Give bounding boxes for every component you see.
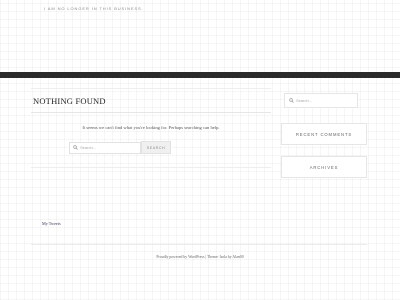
search-icon (73, 145, 78, 150)
widget-archives: ARCHIVES (281, 156, 367, 178)
content-search-form: Search... SEARCH (69, 141, 171, 154)
widget-recent-comments: RECENT COMMENTS (281, 123, 367, 145)
widget-title: ARCHIVES (309, 164, 339, 170)
search-button[interactable]: SEARCH (141, 141, 171, 154)
widget-title: RECENT COMMENTS (295, 131, 353, 137)
sidebar-search-placeholder: Search... (296, 98, 313, 103)
my-tweets-link[interactable]: My Tweets (42, 221, 61, 226)
page-title: NOTHING FOUND (33, 96, 106, 106)
sidebar-search-input[interactable]: Search... (284, 93, 358, 108)
site-footer: Proudly powered by WordPress | Theme: Is… (156, 255, 244, 259)
footer-divider (31, 244, 367, 245)
title-divider (31, 112, 271, 113)
content-search-input[interactable]: Search... (69, 141, 141, 154)
search-icon (289, 98, 294, 103)
not-found-message: It seems we can't find what you're looki… (82, 125, 220, 130)
header-bar (0, 72, 400, 78)
site-tagline: I am no longer in this business. (44, 6, 144, 11)
content-search-placeholder: Search... (80, 145, 97, 150)
